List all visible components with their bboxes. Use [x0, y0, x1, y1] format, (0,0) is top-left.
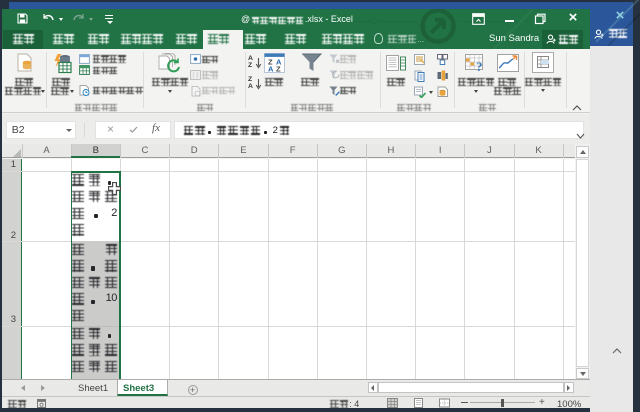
svg-text:Z: Z — [276, 65, 281, 74]
svg-text:?: ? — [476, 59, 483, 74]
svg-text:A: A — [268, 65, 274, 74]
